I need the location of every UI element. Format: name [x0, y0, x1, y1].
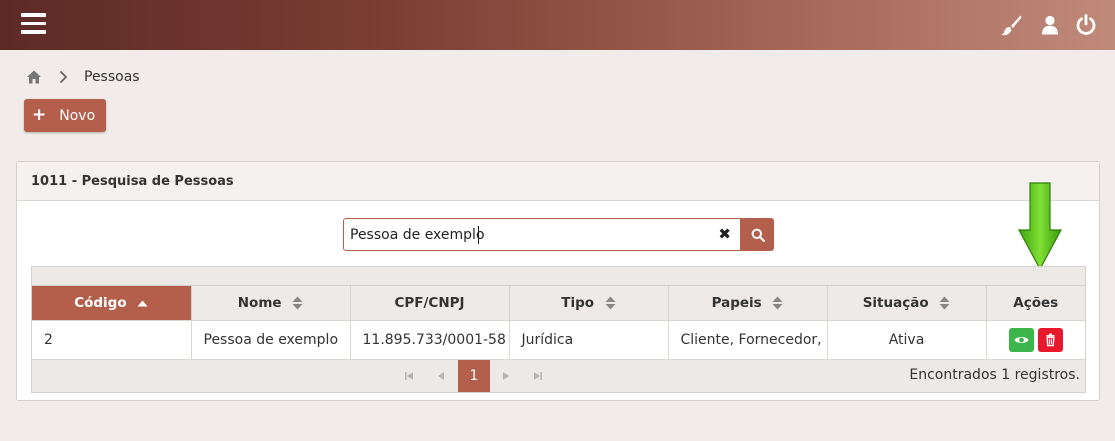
pagination: 1 Encontrados 1 registros.	[32, 360, 1085, 392]
records-count: Encontrados 1 registros.	[909, 367, 1080, 383]
search-panel: 1011 - Pesquisa de Pessoas ✖	[16, 161, 1100, 401]
cell-cpf-cnpj: 11.895.733/0001-58	[350, 320, 510, 360]
view-button[interactable]	[1008, 328, 1034, 352]
panel-title: 1011 - Pesquisa de Pessoas	[17, 162, 1099, 201]
column-header-papeis[interactable]: Papeis	[668, 285, 828, 321]
cell-acoes	[986, 320, 1085, 360]
power-icon[interactable]	[1075, 14, 1097, 36]
table-row[interactable]: 2 Pessoa de exemplo 11.895.733/0001-58 J…	[32, 320, 1085, 360]
table-header-row: Código Nome CPF/CNPJ Tipo Papeis Situaçã…	[32, 285, 1085, 321]
next-page-button[interactable]	[490, 360, 522, 392]
next-page-icon	[503, 372, 509, 380]
green-arrow-down-icon	[1018, 182, 1062, 270]
column-header-situacao[interactable]: Situação	[827, 285, 987, 321]
breadcrumb-current: Pessoas	[84, 69, 140, 85]
sort-icon	[772, 296, 783, 310]
cell-tipo: Jurídica	[509, 320, 669, 360]
prev-page-button[interactable]	[425, 360, 457, 392]
last-page-button[interactable]	[522, 360, 554, 392]
column-label: Situação	[862, 295, 929, 311]
view-icon	[1014, 337, 1029, 343]
home-icon[interactable]	[26, 69, 42, 85]
user-icon[interactable]	[1039, 14, 1061, 36]
sort-icon	[292, 296, 303, 310]
first-page-icon	[405, 372, 413, 380]
last-page-icon	[534, 372, 542, 380]
breadcrumb: Pessoas	[26, 66, 140, 88]
search-field[interactable]: ✖	[343, 218, 741, 251]
cell-nome: Pessoa de exemplo	[191, 320, 351, 360]
cell-situacao: Ativa	[827, 320, 987, 360]
column-label: Papeis	[711, 295, 762, 311]
plus-icon: +	[32, 105, 47, 125]
results-table: Código Nome CPF/CNPJ Tipo Papeis Situaçã…	[32, 285, 1085, 360]
chevron-right-icon	[59, 70, 68, 84]
paint-brush-icon[interactable]	[1000, 14, 1022, 36]
column-header-nome[interactable]: Nome	[191, 285, 351, 321]
results-grid: Código Nome CPF/CNPJ Tipo Papeis Situaçã…	[31, 266, 1086, 393]
page-button-current[interactable]: 1	[458, 360, 490, 392]
new-button-label: Novo	[59, 107, 96, 124]
sort-asc-icon	[137, 300, 148, 306]
column-label: CPF/CNPJ	[394, 295, 465, 311]
sort-icon	[605, 296, 616, 310]
clear-icon[interactable]: ✖	[718, 227, 731, 242]
prev-page-icon	[438, 372, 444, 380]
column-header-codigo[interactable]: Código	[32, 285, 192, 321]
first-page-button[interactable]	[393, 360, 425, 392]
search-input[interactable]	[350, 226, 710, 244]
column-label: Nome	[237, 295, 282, 311]
cell-papeis: Cliente, Fornecedor,	[668, 320, 828, 360]
column-header-acoes: Ações	[986, 285, 1085, 321]
sort-icon	[939, 296, 950, 310]
menu-icon[interactable]	[21, 13, 46, 34]
column-header-tipo[interactable]: Tipo	[509, 285, 669, 321]
column-label: Código	[74, 295, 127, 311]
search-button[interactable]	[741, 218, 774, 251]
search-icon	[751, 228, 765, 242]
delete-button[interactable]	[1037, 328, 1063, 352]
top-bar	[0, 0, 1115, 50]
text-caret	[478, 226, 479, 244]
trash-icon	[1046, 333, 1055, 347]
column-header-cpf-cnpj: CPF/CNPJ	[350, 285, 510, 321]
column-label: Ações	[1013, 295, 1059, 311]
cell-codigo: 2	[32, 320, 192, 360]
new-button[interactable]: + Novo	[24, 99, 106, 132]
column-label: Tipo	[561, 295, 595, 311]
